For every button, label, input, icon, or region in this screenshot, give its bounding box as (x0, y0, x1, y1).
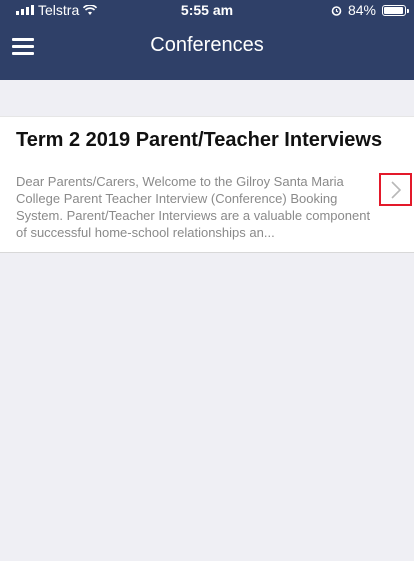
status-right-group: 84% (331, 2, 409, 18)
open-conference-button[interactable] (379, 173, 412, 206)
alarm-icon (331, 5, 342, 16)
page-title: Conferences (150, 34, 264, 56)
spacer (0, 80, 414, 116)
battery-icon (382, 4, 409, 16)
conference-title: Term 2 2019 Parent/Teacher Interviews (16, 129, 383, 151)
chevron-right-icon (390, 180, 401, 199)
battery-percent: 84% (347, 2, 376, 18)
top-bar: Telstra 5:55 am 84% Conferences (0, 0, 414, 80)
conference-list-item[interactable]: Term 2 2019 Parent/Teacher Interviews De… (0, 116, 414, 253)
status-bar: Telstra 5:55 am 84% (0, 0, 414, 20)
conference-description: Dear Parents/Carers, Welcome to the Gilr… (16, 174, 371, 240)
